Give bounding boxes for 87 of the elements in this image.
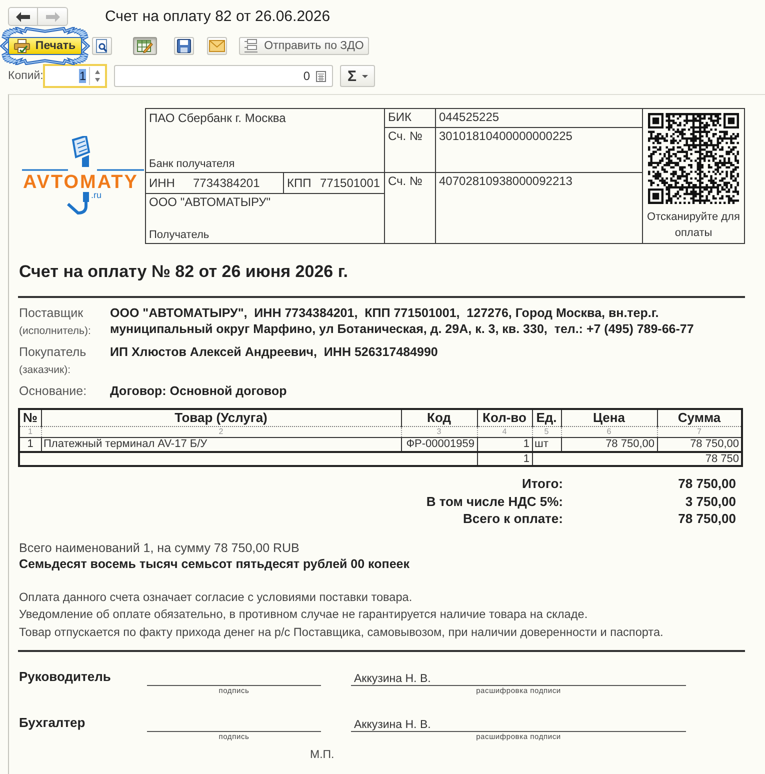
- account-number: 30101810400000000225: [439, 129, 572, 145]
- inn-value: 7734384201: [193, 176, 260, 190]
- table-cell: шт: [534, 438, 548, 450]
- save-icon: [177, 39, 191, 53]
- table-cell: Платежный терминал AV-17 Б/У: [44, 438, 208, 450]
- window-title: Счет на оплату 82 от 26.06.2026: [105, 8, 330, 25]
- back-button[interactable]: [8, 7, 38, 26]
- kpp-label: КПП: [287, 176, 312, 190]
- signer-name-line: Аккузина Н. В.: [351, 669, 686, 686]
- table-cell: 1: [27, 438, 34, 450]
- column-header: Кол-во: [482, 410, 526, 425]
- note-text: Товар отпускается по факту прихода денег на р/с Поставщика, самовывозом, при наличии доверенности и паспорта.: [19, 624, 664, 640]
- total-label: В том числе НДС 5%:: [425, 492, 563, 510]
- inn-label: ИНН: [149, 176, 176, 190]
- sum-button[interactable]: Σ: [340, 65, 375, 87]
- column-number: 6: [606, 427, 612, 436]
- account-label: Сч. №: [388, 174, 422, 190]
- bank-name: ПАО Сбербанк г. Москва: [149, 111, 287, 126]
- table-cell: 78 750,00: [690, 438, 739, 450]
- document-stack-icon: [244, 39, 258, 53]
- total-value: 78 750,00: [677, 475, 736, 492]
- recipient-name: ООО "АВТОМАТЫРУ": [149, 195, 272, 210]
- caret-icon: [362, 74, 368, 78]
- envelope-icon: [209, 40, 225, 52]
- signer-role: Бухгалтер: [19, 715, 86, 731]
- column-number: 1: [28, 427, 32, 436]
- column-number: 2: [218, 427, 224, 436]
- bank-caption: Банк получателя: [149, 157, 236, 171]
- right-arrow-icon: [46, 12, 60, 22]
- total-label: Всего к оплате:: [462, 510, 563, 528]
- invoice-title: Счет на оплату № 82 от 26 июня 2026 г.: [19, 262, 349, 282]
- copies-field[interactable]: 1: [43, 64, 107, 88]
- column-number: 3: [436, 427, 442, 436]
- party-details: ООО "АВТОМАТЫРУ", ИНН 7734384201, КПП 771501001, 127276, Город Москва, вн.тер.г. муниципальный округ Марфино, ул Ботаническая, д. 29А, к. 3, кв. 330, тел.: +7 (495) 789-66-77: [110, 305, 695, 338]
- table-cell: 78 750,00: [606, 438, 654, 450]
- party-details: Договор: Основной договор: [110, 383, 288, 399]
- print-button[interactable]: Печать: [8, 37, 82, 55]
- column-number: 4: [502, 427, 507, 436]
- calculator-icon: [316, 70, 326, 82]
- amount-in-words: Семьдесят восемь тысяч семьсот пятьдесят рублей 00 копеек: [19, 556, 410, 572]
- note-text: Оплата данного счета означает согласие с условиями поставки товара.: [19, 588, 414, 606]
- logo-domain-text: .ru: [91, 190, 102, 200]
- items-summary: Всего наименований 1, на сумму 78 750,00 RUB: [19, 540, 300, 556]
- recipient-caption: Получатель: [149, 228, 210, 242]
- qr-caption: Отсканируйте для оплаты: [646, 210, 741, 241]
- table-cell: 1: [523, 453, 530, 465]
- edit-mode-button[interactable]: [133, 37, 157, 55]
- party-label: Основание:: [19, 383, 88, 399]
- total-value: 78 750,00: [677, 510, 736, 528]
- email-button[interactable]: [207, 37, 227, 55]
- party-sublabel: (исполнитель):: [19, 324, 92, 338]
- table-cell: 1: [523, 438, 530, 450]
- copies-label: Копий:: [8, 70, 43, 82]
- party-details: ИП Хлюстов Алексей Андреевич, ИНН 526317484990: [110, 344, 439, 361]
- column-header: Сумма: [678, 410, 721, 425]
- bik-label: БИК: [388, 110, 412, 126]
- total-label: Итого:: [521, 475, 563, 492]
- table-cell: ФР-00001959: [406, 438, 474, 450]
- table-cell: 78 750: [705, 453, 739, 465]
- column-header: Ед.: [536, 410, 557, 425]
- column-header: №: [23, 410, 38, 425]
- page-magnifier-icon: [95, 39, 109, 53]
- kpp-value: 771501001: [320, 176, 380, 190]
- column-header: Код: [427, 410, 451, 425]
- signer-name-line: Аккузина Н. В.: [351, 715, 686, 732]
- account-number: 40702810938000092213: [439, 174, 572, 190]
- party-label: Покупатель: [19, 344, 88, 360]
- column-number: 7: [697, 427, 702, 436]
- account-label: Сч. №: [388, 129, 422, 145]
- bik-value: 044525225: [439, 110, 500, 126]
- total-value: 3 750,00: [684, 492, 736, 510]
- party-sublabel: (заказчик):: [19, 363, 72, 377]
- number-field[interactable]: 0: [114, 65, 333, 87]
- column-number: 5: [544, 427, 549, 436]
- note-text: Уведомление об оплате обязательно, в противном случае не гарантируется наличие товара на складе.: [19, 606, 589, 623]
- send-button[interactable]: Отправить по ЗДО: [239, 37, 369, 55]
- table-pencil-icon: [137, 39, 153, 53]
- preview-button[interactable]: [92, 37, 112, 55]
- save-button[interactable]: [174, 37, 194, 55]
- logo-text: AVTOMATY: [23, 172, 138, 193]
- signer-role: Руководитель: [19, 669, 112, 685]
- column-header: Цена: [593, 410, 625, 425]
- party-label: Поставщик: [19, 305, 84, 321]
- left-arrow-icon: [16, 12, 30, 22]
- column-header: Товар (Услуга): [174, 410, 268, 425]
- stamp-mark: М.П.: [310, 749, 334, 761]
- printer-icon: [14, 39, 30, 53]
